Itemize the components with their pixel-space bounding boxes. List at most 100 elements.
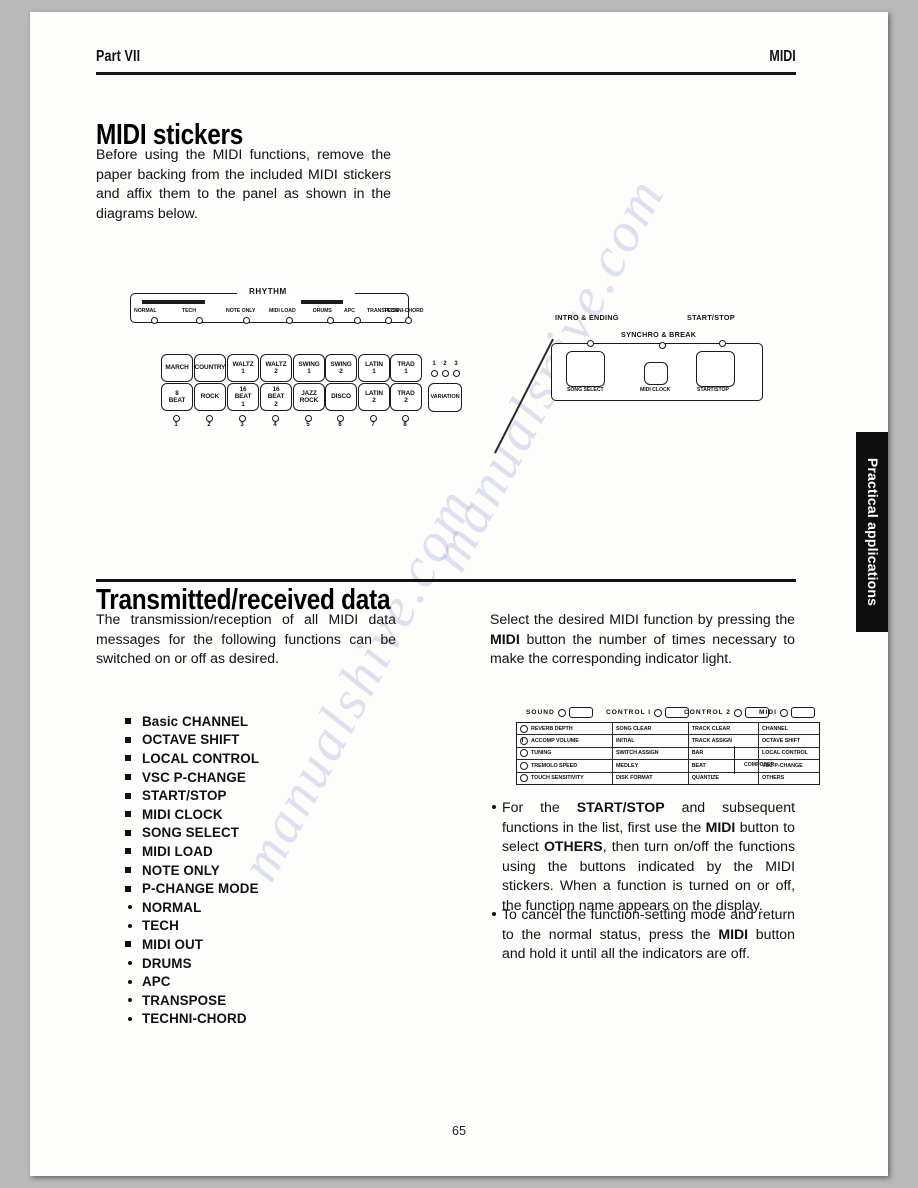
function-label: TECH	[142, 918, 179, 934]
part-label: Part VII	[96, 48, 141, 65]
sticker-table-row: ACCOMP VOLUME INITIAL TRACK ASSIGN OCTAVE S…	[517, 735, 819, 748]
function-list-item: VSC P-CHANGE	[122, 768, 422, 787]
label-synchro-break: SYNCHRO & BREAK	[621, 330, 697, 339]
page-number: 65	[452, 1124, 466, 1138]
rhythm-button-rock[interactable]: ROCK	[194, 383, 226, 411]
square-bullet-icon	[125, 718, 131, 725]
function-label: SONG SELECT	[142, 825, 240, 841]
function-label: LOCAL CONTROL	[142, 750, 260, 766]
rhythm-button-march[interactable]: MARCH	[161, 354, 193, 382]
section2-rule	[96, 579, 796, 582]
rhythm-button-swing-1[interactable]: SWING 1	[293, 354, 325, 382]
rhythm-button-waltz-1[interactable]: WALTZ 1	[227, 354, 259, 382]
sticker-cell-label: TRACK ASSIGN	[691, 738, 732, 745]
dot-bullet-icon	[128, 961, 132, 966]
rhythm-sticker-led-7	[405, 317, 412, 324]
rhythm-sticker-led-2	[243, 317, 250, 324]
dot-bullet-icon	[128, 979, 132, 984]
sticker-cell-midi: OCTAVE SHIFT	[759, 735, 819, 746]
section2-left-paragraph: The transmission/reception of all MIDI d…	[96, 611, 396, 666]
header-control2: CONTROL 2	[684, 707, 769, 718]
square-bullet-icon	[125, 848, 131, 855]
dot-bullet-icon	[128, 998, 132, 1003]
rhythm-led-number-8: 8	[403, 422, 407, 428]
square-bullet-icon	[125, 885, 131, 892]
sticker-bar-right	[301, 300, 343, 304]
rhythm-button-swing-2[interactable]: SWING 2	[325, 354, 357, 382]
rhythm-sticker-led-4	[327, 317, 334, 324]
rhythm-button-8-beat[interactable]: 8 BEAT	[161, 383, 193, 411]
rhythm-led-number-2: 2	[207, 422, 211, 428]
sticker-cell-control1: SWITCH ASSIGN	[613, 747, 689, 760]
rhythm-sticker-led-3	[286, 317, 293, 324]
function-list-item: OCTAVE SHIFT	[122, 731, 422, 750]
function-list-item: TRANSPOSE	[122, 991, 422, 1010]
label-intro-ending: INTRO & ENDING	[555, 313, 619, 322]
function-label: P-CHANGE MODE	[142, 881, 259, 897]
rhythm-led-7	[370, 415, 377, 422]
function-list-item: P-CHANGE MODE	[122, 879, 422, 898]
rhythm-button-waltz-2[interactable]: WALTZ 2	[260, 354, 292, 382]
rhythm-button-disco[interactable]: DISCO	[325, 383, 357, 411]
square-bullet-icon	[125, 755, 131, 762]
sticker-cell-label: MEDLEY	[615, 762, 639, 769]
function-label: TRANSPOSE	[142, 992, 227, 1008]
sticker-indicator-icon	[520, 749, 528, 758]
rhythm-button-trad-1[interactable]: TRAD 1	[390, 354, 422, 382]
sticker-cell-label: ACCOMP VOLUME	[531, 738, 579, 745]
rhythm-button-16-beat-2[interactable]: 16 BEAT 2	[260, 383, 292, 411]
sticker-cell-label: BEAT	[691, 762, 706, 769]
rhythm-led-4	[272, 415, 279, 422]
sticker-table-body: REVERB DEPTH SONG CLEAR TRACK CLEAR CHANNEL…	[516, 722, 820, 785]
function-label: Basic CHANNEL	[142, 713, 249, 729]
sticker-cell-control2: TRACK CLEAR	[689, 723, 759, 735]
sticker-cell-control2: TRACK ASSIGN	[689, 735, 759, 747]
note-2: To cancel the function-setting mode and …	[502, 906, 795, 961]
rhythm-sticker-label-3: MIDI LOAD	[269, 308, 296, 314]
sticker-cell-label: CHANNEL	[761, 725, 788, 732]
rhythm-sticker-led-1	[196, 317, 203, 324]
function-list-item: NOTE ONLY	[122, 861, 422, 880]
rhythm-led-number-4: 4	[273, 422, 277, 428]
sticker-cell-midi: LOCAL CONTROL	[759, 748, 819, 759]
function-label: DRUMS	[142, 955, 192, 971]
variation-led-3	[453, 370, 460, 377]
rhythm-button-trad-2[interactable]: TRAD 2	[390, 383, 422, 411]
sticker-table-header: SOUND CONTROL I CONTROL 2 MIDI	[516, 706, 820, 722]
sticker-cell-label: TREMOLO SPEED	[531, 762, 578, 769]
rhythm-led-2	[206, 415, 213, 422]
sticker-cell-control1: MEDLEY	[613, 760, 689, 772]
rhythm-button-jazz-rock[interactable]: JAZZ ROCK	[293, 383, 325, 411]
song-select-button[interactable]	[566, 351, 605, 387]
sticker-cell-label: TOUCH SENSITIVITY	[531, 775, 584, 782]
midi-indicator-icon	[779, 708, 788, 717]
sticker-cell-sound: TOUCH SENSITIVITY	[517, 772, 613, 784]
rhythm-button-latin-1[interactable]: LATIN 1	[358, 354, 390, 382]
sticker-cell-label: SWITCH ASSIGN	[615, 750, 659, 757]
function-list-item: MIDI OUT	[122, 935, 422, 954]
function-list-item: LOCAL CONTROL	[122, 749, 422, 768]
composer-bracket-line	[734, 746, 735, 774]
sticker-cell-sound: REVERB DEPTH	[517, 723, 613, 735]
dot-bullet-icon	[128, 923, 132, 928]
sticker-cell-label: TUNING	[531, 750, 552, 757]
rhythm-button-country[interactable]: COUNTRY	[194, 354, 226, 382]
sound-indicator-icon	[557, 708, 566, 717]
rhythm-button-16-beat-1[interactable]: 16 BEAT 1	[227, 383, 259, 411]
function-list-item: SONG SELECT	[122, 824, 422, 843]
midi-clock-button[interactable]	[644, 362, 668, 385]
sticker-cell-label: REVERB DEPTH	[531, 725, 573, 732]
rhythm-sticker-led-6	[385, 317, 392, 324]
variation-led-1	[431, 370, 438, 377]
function-list-item: APC	[122, 972, 422, 991]
rhythm-led-8	[402, 415, 409, 422]
header-rule	[96, 72, 796, 75]
rhythm-button-latin-2[interactable]: LATIN 2	[358, 383, 390, 411]
start-stop-button[interactable]	[696, 351, 735, 387]
function-label: APC	[142, 974, 171, 990]
function-label: MIDI LOAD	[142, 843, 213, 859]
function-label: MIDI OUT	[142, 936, 204, 952]
variation-button[interactable]: VARIATION	[428, 383, 462, 412]
sticker-cell-control2: BAR	[689, 747, 759, 760]
rhythm-led-1	[173, 415, 180, 422]
